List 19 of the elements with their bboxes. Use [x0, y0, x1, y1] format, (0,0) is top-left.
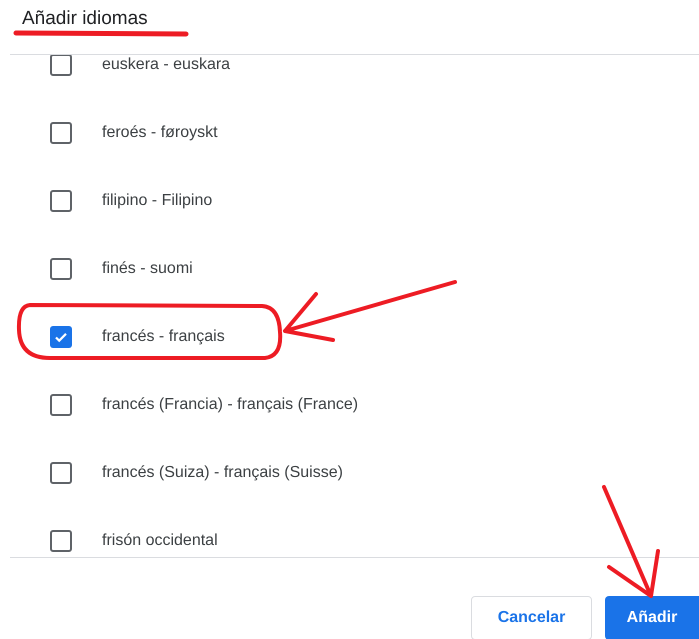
language-label: francés - français [102, 328, 225, 346]
dialog-title: Añadir idiomas [22, 8, 148, 30]
checkbox[interactable] [50, 258, 72, 280]
language-label: finés - suomi [102, 260, 193, 278]
checkbox[interactable] [50, 326, 72, 348]
checkbox[interactable] [50, 122, 72, 144]
language-label: francés (Suiza) - français (Suisse) [102, 464, 343, 482]
language-label: frisón occidental [102, 532, 218, 550]
checkbox[interactable] [50, 394, 72, 416]
add-button[interactable]: Añadir [605, 596, 699, 639]
checkbox[interactable] [50, 462, 72, 484]
language-label: francés (Francia) - français (France) [102, 396, 358, 414]
language-label: feroés - føroyskt [102, 124, 218, 142]
language-label: euskera - euskara [102, 56, 230, 74]
cancel-button[interactable]: Cancelar [471, 596, 592, 639]
checkbox[interactable] [50, 190, 72, 212]
checkbox[interactable] [50, 55, 72, 76]
checkbox[interactable] [50, 530, 72, 552]
language-label: filipino - Filipino [102, 192, 212, 210]
